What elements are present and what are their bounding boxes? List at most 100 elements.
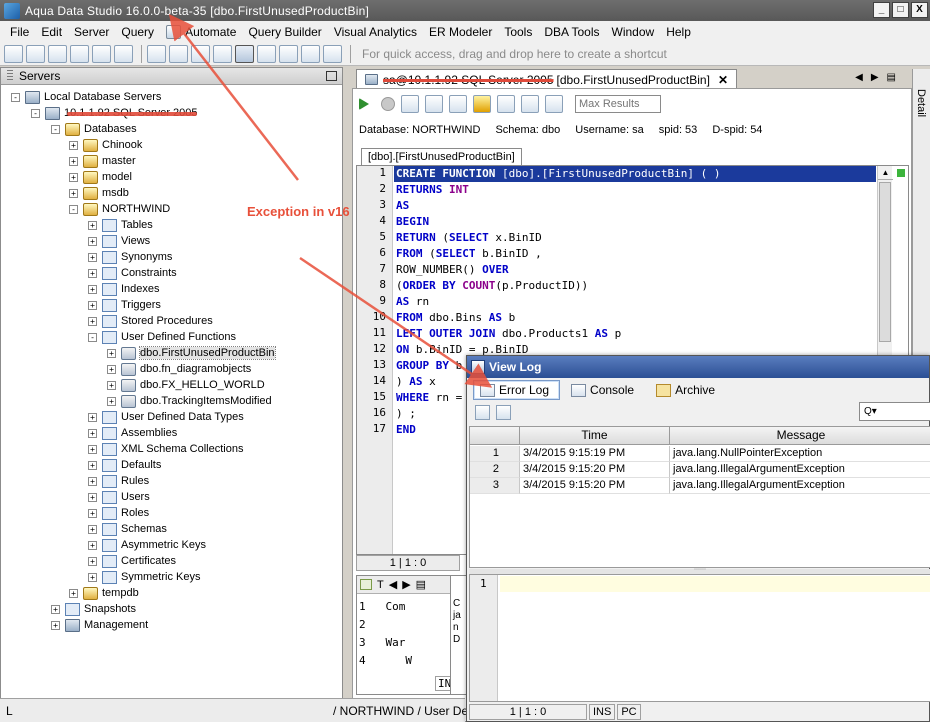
results-tab-label[interactable]: T bbox=[377, 579, 384, 591]
expand-icon[interactable]: + bbox=[88, 556, 97, 566]
close-button[interactable]: X bbox=[911, 2, 928, 18]
minimize-button[interactable]: _ bbox=[873, 2, 890, 18]
tree-node-label[interactable]: master bbox=[102, 155, 136, 167]
tree-node[interactable]: + Triggers bbox=[88, 297, 161, 313]
tree-node-label[interactable]: model bbox=[102, 171, 132, 183]
tree-node[interactable]: + User Defined Data Types bbox=[88, 409, 244, 425]
layout-7-icon[interactable] bbox=[279, 44, 298, 63]
tree-node-label[interactable]: Asymmetric Keys bbox=[121, 539, 206, 551]
expand-icon[interactable]: + bbox=[88, 428, 97, 438]
expand-icon[interactable]: + bbox=[51, 620, 60, 630]
expand-icon[interactable]: + bbox=[88, 572, 97, 582]
tree-node[interactable]: + model bbox=[69, 169, 132, 185]
restore-panel-icon[interactable] bbox=[326, 71, 337, 81]
menu-file[interactable]: File bbox=[4, 25, 35, 39]
tree-node-label[interactable]: Symmetric Keys bbox=[121, 571, 200, 583]
tree-node[interactable]: + tempdb bbox=[69, 585, 139, 601]
tree-node[interactable]: + Stored Procedures bbox=[88, 313, 213, 329]
layout-1-icon[interactable] bbox=[147, 44, 166, 63]
expand-icon[interactable]: + bbox=[88, 524, 97, 534]
expand-icon[interactable]: + bbox=[88, 460, 97, 470]
expand-icon[interactable]: + bbox=[69, 156, 78, 166]
tree-node-label[interactable]: msdb bbox=[102, 187, 129, 199]
layout-6-icon[interactable] bbox=[257, 44, 276, 63]
tab-error-log[interactable]: Error Log bbox=[473, 380, 561, 400]
max-results-input[interactable] bbox=[575, 95, 661, 113]
tree-node[interactable]: + Users bbox=[88, 489, 150, 505]
expand-icon[interactable]: + bbox=[88, 284, 97, 294]
tree-node-label[interactable]: User Defined Functions bbox=[121, 331, 236, 343]
execute-icon[interactable] bbox=[359, 98, 369, 110]
tree-node-label[interactable]: Databases bbox=[84, 123, 137, 135]
tree-node-label[interactable]: Roles bbox=[121, 507, 149, 519]
results-prev-icon[interactable]: ◀ bbox=[389, 578, 397, 591]
tree-node[interactable]: + dbo.FirstUnusedProductBin bbox=[107, 345, 276, 361]
collapse-icon[interactable]: - bbox=[31, 108, 40, 118]
tree-node-label[interactable]: Certificates bbox=[121, 555, 176, 567]
expand-icon[interactable]: + bbox=[69, 188, 78, 198]
expand-icon[interactable]: + bbox=[107, 348, 116, 358]
expand-icon[interactable]: + bbox=[88, 316, 97, 326]
tree-node[interactable]: + Synonyms bbox=[88, 249, 172, 265]
tree-node[interactable]: + Asymmetric Keys bbox=[88, 537, 206, 553]
tree-node-label[interactable]: dbo.TrackingItemsModified bbox=[140, 395, 272, 407]
tree-node-label[interactable]: Rules bbox=[121, 475, 149, 487]
tree-node[interactable]: + Tables bbox=[88, 217, 153, 233]
tree-node-label[interactable]: Schemas bbox=[121, 523, 167, 535]
tree-node[interactable]: + Rules bbox=[88, 473, 149, 489]
tree-node-label[interactable]: Defaults bbox=[121, 459, 161, 471]
menu-query[interactable]: Query bbox=[115, 25, 160, 39]
tree-node[interactable]: + Views bbox=[88, 233, 150, 249]
collapse-icon[interactable]: - bbox=[51, 124, 60, 134]
tree-node-label[interactable]: Assemblies bbox=[121, 427, 177, 439]
tree-node[interactable]: + Assemblies bbox=[88, 425, 177, 441]
expand-icon[interactable]: + bbox=[88, 412, 97, 422]
table-row[interactable]: 3 3/4/2015 9:15:20 PM java.lang.IllegalArg… bbox=[470, 478, 930, 494]
tree-node-label[interactable]: Synonyms bbox=[121, 251, 172, 263]
tree-node-label[interactable]: Tables bbox=[121, 219, 153, 231]
format-icon[interactable] bbox=[401, 95, 419, 113]
object-subtab[interactable]: [dbo].[FirstUnusedProductBin] bbox=[361, 148, 522, 165]
tree-node-label[interactable]: Users bbox=[121, 491, 150, 503]
expand-icon[interactable]: + bbox=[107, 380, 116, 390]
code-line[interactable]: RETURN (SELECT x.BinID bbox=[394, 230, 876, 246]
tree-node-label[interactable]: Snapshots bbox=[84, 603, 136, 615]
editor-tab[interactable]: sa@10.1.1.92 SQL Server 2005 [dbo.FirstU… bbox=[356, 69, 737, 89]
layout-2-icon[interactable] bbox=[169, 44, 188, 63]
tree-node[interactable]: + Symmetric Keys bbox=[88, 569, 200, 585]
layout-8-icon[interactable] bbox=[301, 44, 320, 63]
expand-icon[interactable]: + bbox=[69, 588, 78, 598]
layout-3-icon[interactable] bbox=[191, 44, 210, 63]
layout-4-icon[interactable] bbox=[213, 44, 232, 63]
menu-window[interactable]: Window bbox=[606, 25, 661, 39]
menu-edit[interactable]: Edit bbox=[35, 25, 68, 39]
query-builder-icon[interactable] bbox=[114, 44, 133, 63]
tab-archive[interactable]: Archive bbox=[649, 380, 726, 400]
expand-icon[interactable]: + bbox=[88, 492, 97, 502]
tree-node-label[interactable]: NORTHWIND bbox=[102, 203, 170, 215]
results-list-icon[interactable]: ▤ bbox=[416, 578, 426, 591]
maximize-button[interactable]: □ bbox=[892, 2, 909, 18]
code-line[interactable]: LEFT OUTER JOIN dbo.Products1 AS p bbox=[394, 326, 876, 342]
tab-prev-icon[interactable]: ◀ bbox=[855, 72, 863, 83]
column-header-time[interactable]: Time bbox=[520, 427, 670, 445]
tree-node[interactable]: + Management bbox=[51, 617, 148, 633]
collapse-icon[interactable]: - bbox=[88, 332, 97, 342]
query-window-icon[interactable] bbox=[70, 44, 89, 63]
expand-icon[interactable]: + bbox=[107, 364, 116, 374]
code-line[interactable]: AS bbox=[394, 198, 876, 214]
menu-help[interactable]: Help bbox=[660, 25, 697, 39]
tab-console[interactable]: Console bbox=[564, 380, 645, 400]
tree-node[interactable]: + Indexes bbox=[88, 281, 160, 297]
code-line[interactable]: AS rn bbox=[394, 294, 876, 310]
column-header-index[interactable] bbox=[470, 427, 520, 445]
clear-log-icon[interactable] bbox=[475, 404, 490, 420]
table-row[interactable]: 2 3/4/2015 9:15:20 PM java.lang.IllegalArg… bbox=[470, 462, 930, 478]
tree-node[interactable]: + Roles bbox=[88, 505, 149, 521]
code-line[interactable]: CREATE FUNCTION [dbo].[FirstUnusedProduc… bbox=[394, 166, 876, 182]
log-detail-editor[interactable]: 1 bbox=[469, 574, 930, 702]
stop-icon[interactable] bbox=[381, 97, 395, 111]
tree-node[interactable]: + Constraints bbox=[88, 265, 177, 281]
menu-tools[interactable]: Tools bbox=[498, 25, 538, 39]
table-row[interactable]: 1 3/4/2015 9:15:19 PM java.lang.NullPointe… bbox=[470, 446, 930, 462]
